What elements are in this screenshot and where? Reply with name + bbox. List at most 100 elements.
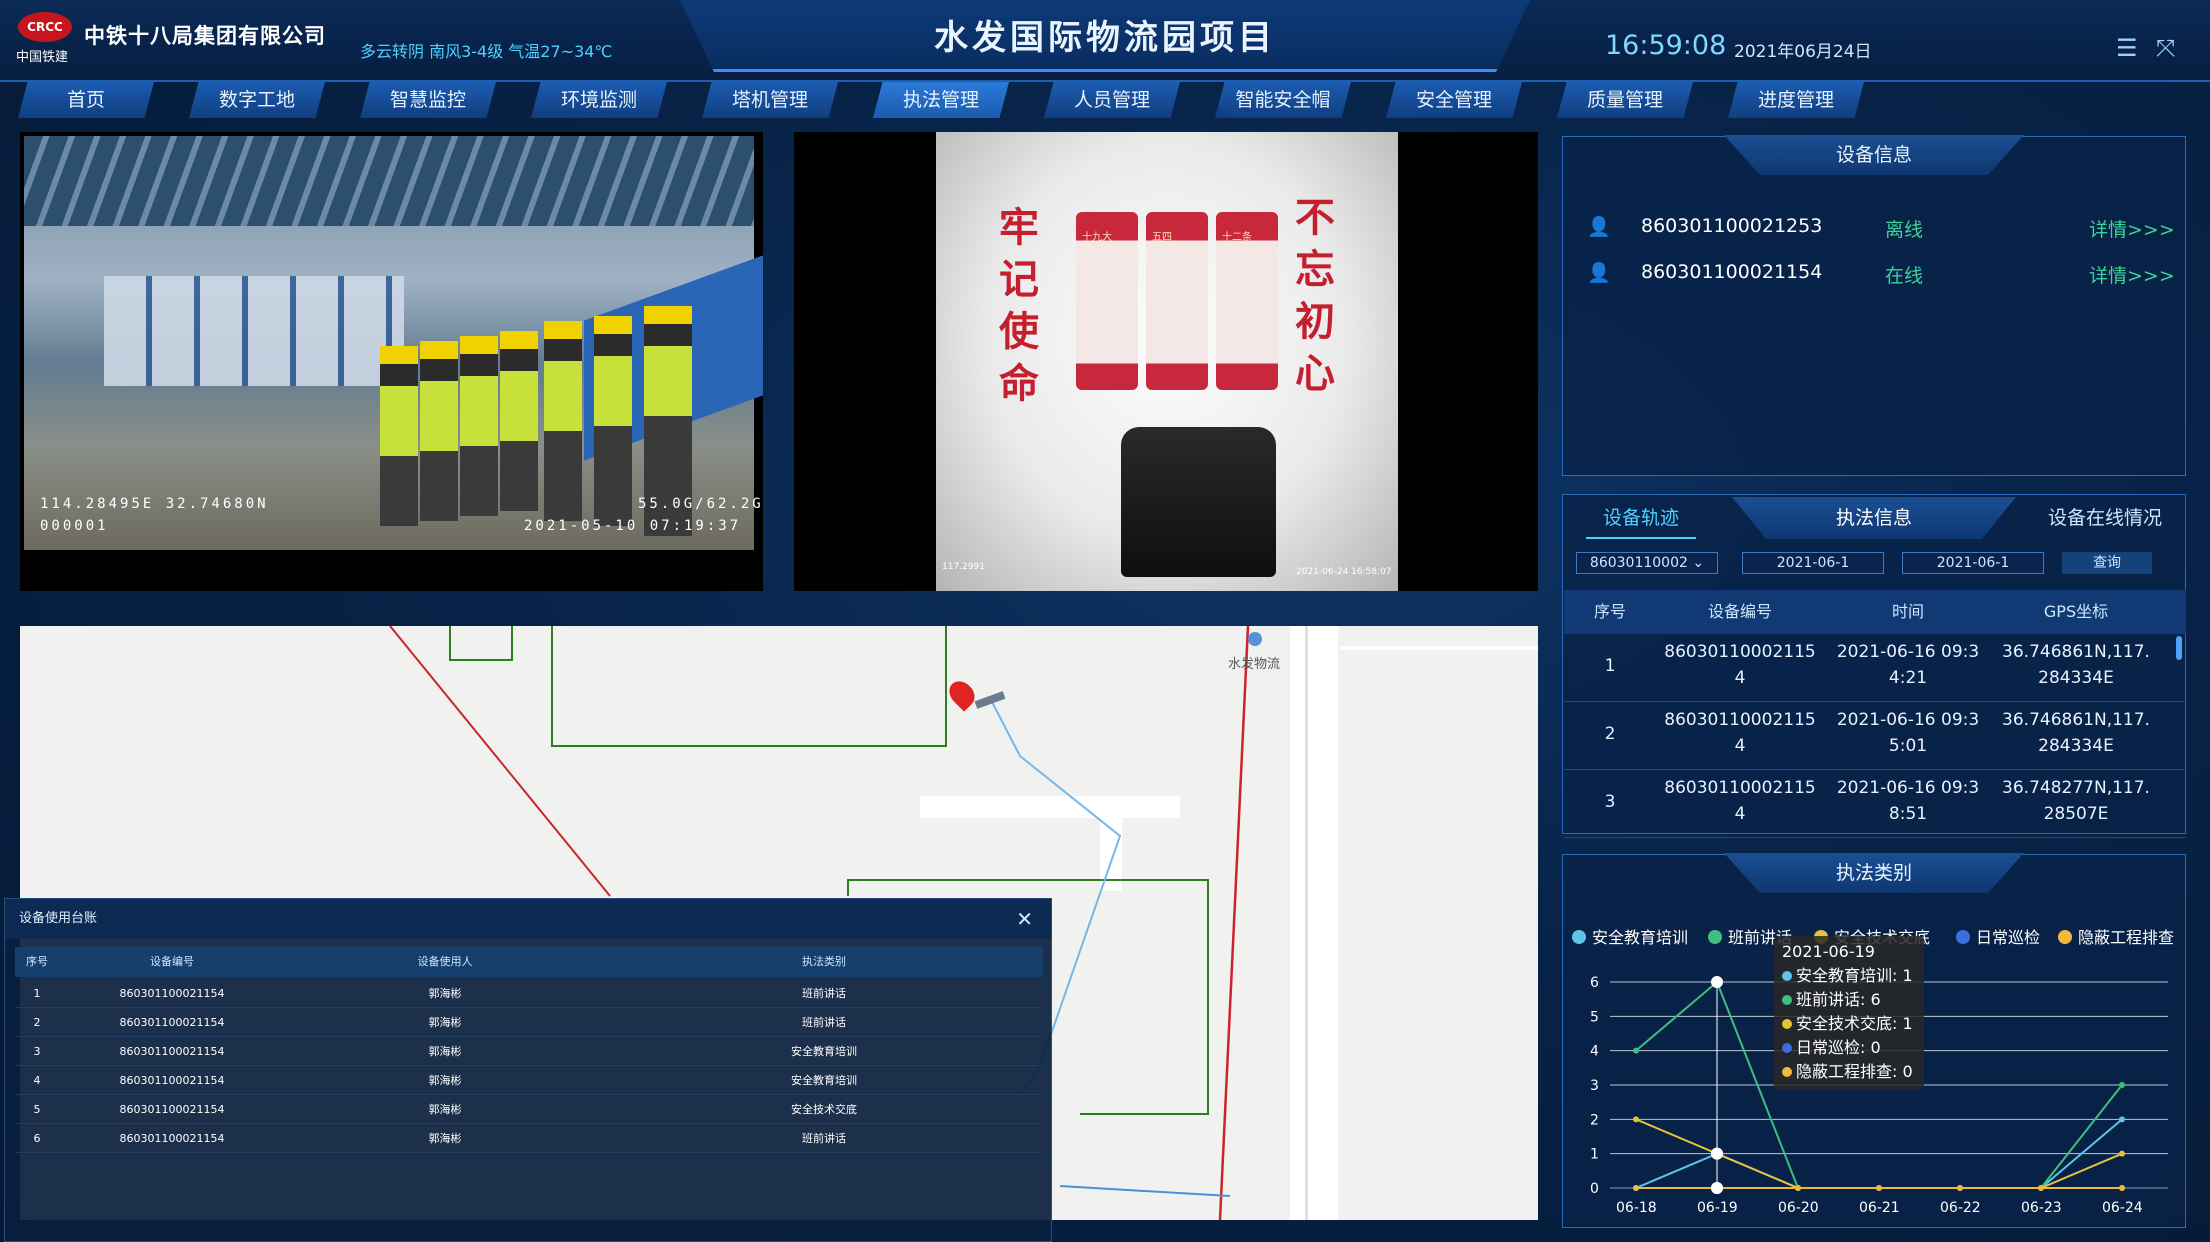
nav-item[interactable]: 智慧监控 <box>360 82 496 118</box>
tooltip-line: 隐蔽工程排查: 0 <box>1782 1060 1916 1084</box>
fullscreen-icon[interactable]: ⤧ <box>2156 34 2175 62</box>
device-row[interactable]: 👤 860301100021253 离线 详情>>> <box>1563 215 2203 249</box>
query-button[interactable]: 查询 <box>2062 552 2152 574</box>
nav-item[interactable]: 首页 <box>18 82 154 118</box>
ledger-row[interactable]: 1 860301100021154 郭海彬 班前讲话 <box>15 979 1043 1008</box>
close-icon[interactable]: ✕ <box>1016 907 1033 931</box>
worker <box>594 316 632 526</box>
table-cell: 4 <box>1734 736 1746 756</box>
ledger-cell: 2 <box>33 1016 41 1029</box>
ledger-cell: 班前讲话 <box>802 1016 846 1029</box>
ledger-cell: 860301100021154 <box>119 987 225 1000</box>
weather-info: 多云转阴 南风3-4级 气温27~34℃ <box>360 42 613 61</box>
page-title: 水发国际物流园项目 <box>934 18 1276 58</box>
menu-list-icon[interactable]: ☰ <box>2116 34 2138 62</box>
user-icon: 👤 <box>1587 262 1611 284</box>
video-feed-2[interactable]: 牢记使命 不忘初心 十九大 五四 十二条 117.2991 2021-06-24… <box>794 132 1538 591</box>
tab-device-track[interactable]: 设备轨迹 <box>1586 497 1696 539</box>
device-status: 离线 <box>1885 219 1924 241</box>
table-cell: 28507E <box>2043 804 2109 824</box>
legend-label: 安全教育培训 <box>1592 928 1689 947</box>
legend-dot <box>1708 930 1722 944</box>
tab-enforcement-info[interactable]: 执法信息 <box>1732 497 2016 539</box>
legend-item[interactable]: 日常巡检 <box>1956 924 2040 948</box>
nav-item[interactable]: 质量管理 <box>1557 82 1693 118</box>
legend-label: 隐蔽工程排查 <box>2078 928 2175 947</box>
device-select[interactable]: 86030110002 ⌄ <box>1576 552 1718 574</box>
table-cell: 284334E <box>2038 668 2114 688</box>
table-cell: 36.746861N,117. <box>2002 642 2150 662</box>
ledger-cell: 4 <box>33 1074 41 1087</box>
ledger-table-header: 序号 设备编号 设备使用人 执法类别 <box>15 947 1043 977</box>
table-scrollbar[interactable] <box>2176 636 2182 660</box>
table-cell: 8:51 <box>1888 804 1928 824</box>
ledger-row[interactable]: 5 860301100021154 郭海彬 安全技术交底 <box>15 1095 1043 1124</box>
legend-item[interactable]: 隐蔽工程排查 <box>2058 924 2174 948</box>
clock-date: 2021年06月24日 <box>1734 42 1872 62</box>
table-row[interactable]: 1 86030110002115 4 2021-06-16 09:3 4:21 36.74… <box>1564 634 2186 702</box>
table-row[interactable]: 2 86030110002115 4 2021-06-16 09:3 5:01 36.74… <box>1564 702 2186 770</box>
nav-item[interactable]: 智能安全帽 <box>1215 82 1351 118</box>
device-detail-link[interactable]: 详情>>> <box>2089 215 2175 242</box>
video-1-coords: 114.28495E 32.74680N <box>40 496 269 512</box>
panel-label: 十二条 <box>1222 232 1252 243</box>
video-2-osd-right: 2021-06-24 16:58:07 <box>1296 567 1392 577</box>
ledger-cell: 郭海彬 <box>428 1016 462 1029</box>
device-row[interactable]: 👤 860301100021154 在线 详情>>> <box>1563 261 2203 295</box>
chair <box>1121 427 1276 577</box>
nav-item[interactable]: 安全管理 <box>1386 82 1522 118</box>
table-cell: 284334E <box>2038 736 2114 756</box>
video-2-scene: 牢记使命 不忘初心 十九大 五四 十二条 117.2991 2021-06-24… <box>936 132 1398 591</box>
table-row[interactable]: 3 86030110002115 4 2021-06-16 09:3 8:51 36.74… <box>1564 770 2186 838</box>
notice-board <box>104 276 404 386</box>
tooltip-line: 安全技术交底: 1 <box>1782 1012 1916 1036</box>
ledger-cell: 郭海彬 <box>428 987 462 1000</box>
track-table-header: 序号 设备编号 时间 GPS坐标 <box>1564 590 2186 634</box>
nav-item[interactable]: 人员管理 <box>1044 82 1180 118</box>
nav-item[interactable]: 数字工地 <box>189 82 325 118</box>
table-cell: 2021-06-16 09:3 <box>1836 642 1980 662</box>
roof <box>24 136 754 226</box>
tab-online-status[interactable]: 设备在线情况 <box>2030 497 2180 539</box>
date-to-input[interactable]: 2021-06-1 <box>1902 552 2044 574</box>
video-1-id: 000001 <box>40 518 109 534</box>
video-1-storage: 55.0G/62.2G <box>638 496 763 512</box>
date-from-input[interactable]: 2021-06-1 <box>1742 552 1884 574</box>
nav-item[interactable]: 进度管理 <box>1728 82 1864 118</box>
ledger-cell: 860301100021154 <box>119 1103 225 1116</box>
ledger-cell: 3 <box>33 1045 41 1058</box>
ledger-cell: 郭海彬 <box>428 1103 462 1116</box>
col-header: 设备编号 <box>150 955 194 968</box>
tooltip-line: 日常巡检: 0 <box>1782 1036 1916 1060</box>
panel-title: 执法类别 <box>1724 853 2024 893</box>
col-header: 时间 <box>1891 602 1924 621</box>
col-header: 执法类别 <box>802 955 846 968</box>
device-detail-link[interactable]: 详情>>> <box>2089 261 2175 288</box>
nav-item[interactable]: 塔机管理 <box>702 82 838 118</box>
col-header: 设备编号 <box>1707 602 1772 621</box>
ledger-row[interactable]: 4 860301100021154 郭海彬 安全教育培训 <box>15 1066 1043 1095</box>
dialog-title: 设备使用台账 <box>5 899 1051 939</box>
legend-item[interactable]: 安全教育培训 <box>1572 924 1688 948</box>
legend-dot <box>1956 930 1970 944</box>
table-cell: 86030110002115 <box>1664 710 1816 730</box>
legend-label: 日常巡检 <box>1976 928 2041 947</box>
table-cell: 86030110002115 <box>1664 778 1816 798</box>
col-header: GPS坐标 <box>2043 602 2109 621</box>
tooltip-value: 日常巡检: 0 <box>1796 1038 1881 1057</box>
track-tabs: 设备轨迹 执法信息 设备在线情况 <box>1562 497 2186 539</box>
slogan-right: 不忘初心 <box>1295 194 1335 397</box>
video-feed-1[interactable]: 114.28495E 32.74680N 000001 55.0G/62.2G … <box>20 132 763 591</box>
nav-item[interactable]: 执法管理 <box>873 82 1009 118</box>
tooltip-value: 安全教育培训: 1 <box>1796 966 1913 985</box>
ledger-row[interactable]: 2 860301100021154 郭海彬 班前讲话 <box>15 1008 1043 1037</box>
nav-item[interactable]: 环境监测 <box>531 82 667 118</box>
table-cell: 2 <box>1604 724 1616 744</box>
device-status: 在线 <box>1885 265 1924 287</box>
tooltip-line: 安全教育培训: 1 <box>1782 964 1916 988</box>
ledger-row[interactable]: 6 860301100021154 郭海彬 班前讲话 <box>15 1124 1043 1153</box>
ledger-cell: 安全技术交底 <box>791 1103 857 1116</box>
table-cell: 2021-06-16 09:3 <box>1836 778 1980 798</box>
ledger-row[interactable]: 3 860301100021154 郭海彬 安全教育培训 <box>15 1037 1043 1066</box>
table-cell: 86030110002115 <box>1664 642 1816 662</box>
